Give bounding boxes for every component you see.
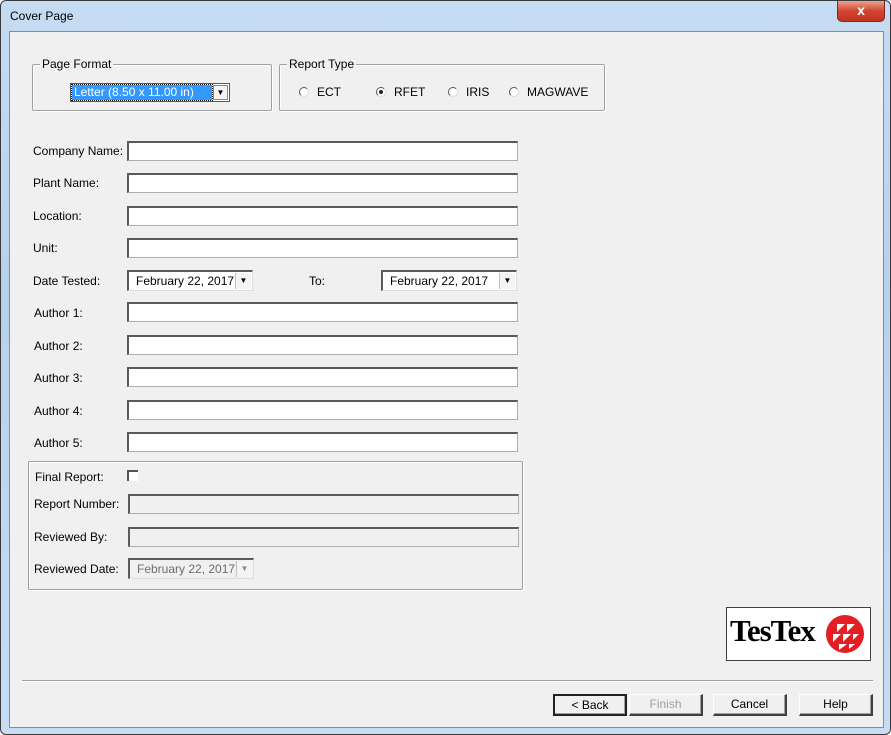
author2-input[interactable]: [127, 335, 518, 355]
page-format-legend: Page Format: [40, 57, 114, 71]
location-input[interactable]: [127, 206, 518, 226]
author4-label: Author 4:: [34, 404, 83, 418]
radio-iris-label: IRIS: [466, 85, 490, 99]
author5-label: Author 5:: [34, 436, 83, 450]
report-type-group: Report Type ECT RFET IRIS MAGWAVE: [279, 57, 605, 111]
radio-iris-indicator[interactable]: [448, 87, 458, 97]
author2-label: Author 2:: [34, 339, 83, 353]
finish-button[interactable]: Finish: [629, 694, 703, 716]
logo-emblem-icon: [826, 615, 864, 653]
report-number-label: Report Number:: [34, 497, 120, 511]
company-name-input[interactable]: [127, 141, 518, 161]
author1-input[interactable]: [127, 302, 518, 322]
reviewed-date-label: Reviewed Date:: [34, 562, 119, 576]
final-report-group: Final Report: Report Number: Reviewed By…: [28, 461, 523, 590]
radio-magwave-label: MAGWAVE: [527, 85, 589, 99]
date-to-picker[interactable]: February 22, 2017 ▼: [381, 270, 517, 291]
to-label: To:: [309, 274, 326, 288]
dialog-client-area: Page Format Letter (8.50 x 11.00 in) ▼ R…: [9, 31, 884, 728]
unit-label: Unit:: [33, 241, 58, 255]
final-report-label: Final Report:: [35, 470, 104, 484]
chevron-down-icon[interactable]: ▼: [236, 561, 252, 577]
reviewed-by-input[interactable]: [128, 527, 519, 547]
radio-iris[interactable]: IRIS: [448, 85, 489, 99]
radio-ect-indicator[interactable]: [299, 87, 309, 97]
plant-name-input[interactable]: [127, 173, 518, 193]
radio-ect-label: ECT: [317, 85, 341, 99]
author3-input[interactable]: [127, 367, 518, 387]
window-title: Cover Page: [10, 9, 74, 23]
testex-logo: TesTex: [726, 607, 871, 661]
plant-name-label: Plant Name:: [33, 176, 100, 190]
author1-label: Author 1:: [34, 306, 83, 320]
date-tested-value: February 22, 2017: [136, 274, 235, 288]
title-bar[interactable]: Cover Page x: [1, 1, 890, 31]
radio-rfet-indicator[interactable]: [376, 87, 386, 97]
company-name-label: Company Name:: [33, 144, 124, 158]
unit-input[interactable]: [127, 238, 518, 258]
close-icon: x: [857, 2, 865, 18]
page-format-group: Page Format Letter (8.50 x 11.00 in) ▼: [32, 57, 272, 111]
button-separator: [22, 680, 873, 682]
date-to-value: February 22, 2017: [390, 274, 489, 288]
radio-magwave-indicator[interactable]: [509, 87, 519, 97]
close-button[interactable]: x: [837, 1, 885, 22]
reviewed-by-label: Reviewed By:: [34, 530, 108, 544]
cancel-button[interactable]: Cancel: [713, 694, 787, 716]
chevron-down-icon[interactable]: ▼: [235, 273, 251, 289]
reviewed-date-value: February 22, 2017: [137, 562, 236, 576]
final-report-checkbox[interactable]: [127, 470, 138, 481]
reviewed-date-picker[interactable]: February 22, 2017 ▼: [128, 558, 254, 579]
radio-magwave[interactable]: MAGWAVE: [509, 85, 588, 99]
report-number-input[interactable]: [128, 494, 519, 514]
author5-input[interactable]: [127, 432, 518, 452]
radio-rfet-label: RFET: [394, 85, 426, 99]
radio-rfet[interactable]: RFET: [376, 85, 425, 99]
author4-input[interactable]: [127, 400, 518, 420]
chevron-down-icon[interactable]: ▼: [213, 85, 228, 100]
cover-page-window: Cover Page x Page Format Letter (8.50 x …: [0, 0, 891, 735]
logo-text: TesTex: [730, 613, 816, 648]
page-format-select[interactable]: Letter (8.50 x 11.00 in) ▼: [70, 83, 230, 102]
location-label: Location:: [33, 209, 82, 223]
date-tested-picker[interactable]: February 22, 2017 ▼: [127, 270, 253, 291]
back-button[interactable]: < Back: [553, 694, 627, 716]
page-format-selected: Letter (8.50 x 11.00 in): [71, 84, 213, 101]
radio-ect[interactable]: ECT: [299, 85, 341, 99]
author3-label: Author 3:: [34, 371, 83, 385]
chevron-down-icon[interactable]: ▼: [499, 273, 515, 289]
report-type-legend: Report Type: [287, 57, 357, 71]
help-button[interactable]: Help: [799, 694, 873, 716]
date-tested-label: Date Tested:: [33, 274, 101, 288]
